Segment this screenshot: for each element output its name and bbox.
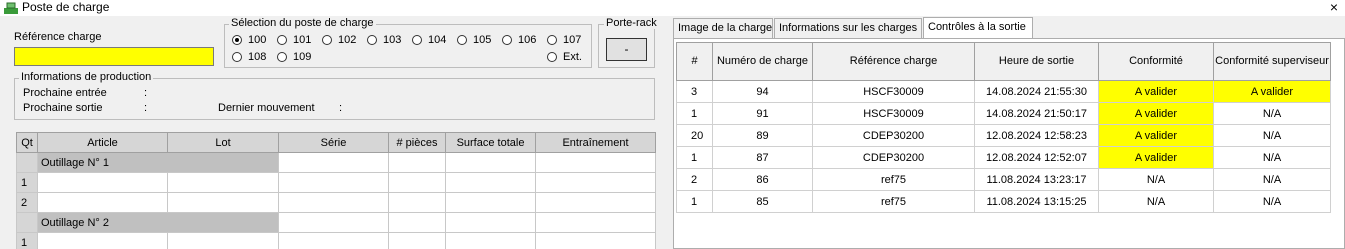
station-radio-107[interactable]: 107 [547, 34, 581, 46]
row-number[interactable]: 1 [16, 172, 38, 193]
table-row: 1 [16, 172, 656, 193]
ref-charge-label: Référence charge [14, 31, 102, 43]
results-header-row: # Numéro de charge Référence charge Heur… [676, 42, 1331, 81]
porte-rack-title: Porte-rack [604, 17, 659, 29]
grid-header-row: Qt Article Lot Série # pièces Surface to… [16, 132, 656, 153]
station-radio-100[interactable]: 100 [232, 34, 266, 46]
next-out-sep: : [144, 102, 148, 114]
tab-image-charge[interactable]: Image de la charge [673, 18, 773, 38]
row-number[interactable]: 1 [16, 232, 38, 249]
col-pieces[interactable]: # pièces [388, 132, 446, 153]
conformite-cell: A valider [1098, 146, 1214, 169]
col-heure-sortie[interactable]: Heure de sortie [974, 42, 1099, 81]
station-radio-109[interactable]: 109 [277, 51, 311, 63]
tab-informations-charges[interactable]: Informations sur les charges [774, 18, 922, 38]
col-index[interactable]: # [676, 42, 713, 81]
station-radio-ext[interactable]: Ext. [547, 51, 582, 63]
table-row: Outillage N° 2 [16, 212, 656, 233]
station-radio-103[interactable]: 103 [367, 34, 401, 46]
superviseur-cell: A valider [1213, 80, 1331, 103]
superviseur-cell: N/A [1213, 146, 1331, 169]
controles-table: # Numéro de charge Référence charge Heur… [676, 42, 1331, 213]
row-number[interactable]: 2 [16, 192, 38, 213]
col-reference-charge[interactable]: Référence charge [812, 42, 975, 81]
conformite-cell: A valider [1098, 80, 1214, 103]
station-radio-108[interactable]: 108 [232, 51, 266, 63]
conformite-cell: A valider [1098, 124, 1214, 147]
next-in-label: Prochaine entrée [23, 87, 107, 99]
close-button[interactable]: × [1327, 0, 1341, 15]
conformite-cell: N/A [1098, 168, 1214, 191]
station-radio-101[interactable]: 101 [277, 34, 311, 46]
last-move-label: Dernier mouvement [218, 102, 315, 114]
conformite-cell: A valider [1098, 102, 1214, 125]
conformite-cell: N/A [1098, 190, 1214, 213]
col-qt[interactable]: Qt [16, 132, 38, 153]
col-lot[interactable]: Lot [167, 132, 279, 153]
col-article[interactable]: Article [37, 132, 168, 153]
superviseur-cell: N/A [1213, 190, 1331, 213]
production-group [14, 78, 655, 120]
station-group-title: Sélection du poste de charge [229, 17, 376, 29]
col-conformite-superviseur[interactable]: Conformité superviseur [1213, 42, 1331, 81]
col-surface[interactable]: Surface totale [445, 132, 536, 153]
table-row: 2 [16, 192, 656, 213]
outillage-2-header: Outillage N° 2 [37, 212, 279, 233]
last-move-sep: : [339, 102, 343, 114]
table-row[interactable]: 2 86 ref75 11.08.2024 13:23:17 N/A N/A [676, 168, 1331, 191]
tooling-grid: Qt Article Lot Série # pièces Surface to… [16, 132, 656, 249]
table-row[interactable]: 1 85 ref75 11.08.2024 13:15:25 N/A N/A [676, 190, 1331, 213]
app-icon [4, 2, 18, 14]
title-bar [0, 0, 1345, 16]
outillage-1-header: Outillage N° 1 [37, 152, 279, 173]
col-entrainement[interactable]: Entraînement [535, 132, 656, 153]
station-radio-105[interactable]: 105 [457, 34, 491, 46]
production-title: Informations de production [19, 71, 154, 83]
table-row[interactable]: 1 91 HSCF30009 14.08.2024 21:50:17 A valide… [676, 102, 1331, 125]
col-numero-charge[interactable]: Numéro de charge [712, 42, 813, 81]
porte-rack-button[interactable]: - [606, 38, 647, 61]
table-row: Outillage N° 1 [16, 152, 656, 173]
next-out-label: Prochaine sortie [23, 102, 103, 114]
table-row: 1 [16, 232, 656, 249]
station-radio-104[interactable]: 104 [412, 34, 446, 46]
station-radio-102[interactable]: 102 [322, 34, 356, 46]
station-radio-106[interactable]: 106 [502, 34, 536, 46]
ref-charge-input[interactable] [14, 47, 214, 66]
superviseur-cell: N/A [1213, 102, 1331, 125]
table-row[interactable]: 1 87 CDEP30200 12.08.2024 12:52:07 A valide… [676, 146, 1331, 169]
table-row[interactable]: 20 89 CDEP30200 12.08.2024 12:58:23 A valid… [676, 124, 1331, 147]
table-row[interactable]: 3 94 HSCF30009 14.08.2024 21:55:30 A valide… [676, 80, 1331, 103]
tab-controles-sortie[interactable]: Contrôles à la sortie [923, 17, 1033, 38]
col-conformite[interactable]: Conformité [1098, 42, 1214, 81]
col-serie[interactable]: Série [278, 132, 389, 153]
window-title: Poste de charge [22, 0, 110, 14]
superviseur-cell: N/A [1213, 124, 1331, 147]
next-in-sep: : [144, 87, 148, 99]
superviseur-cell: N/A [1213, 168, 1331, 191]
